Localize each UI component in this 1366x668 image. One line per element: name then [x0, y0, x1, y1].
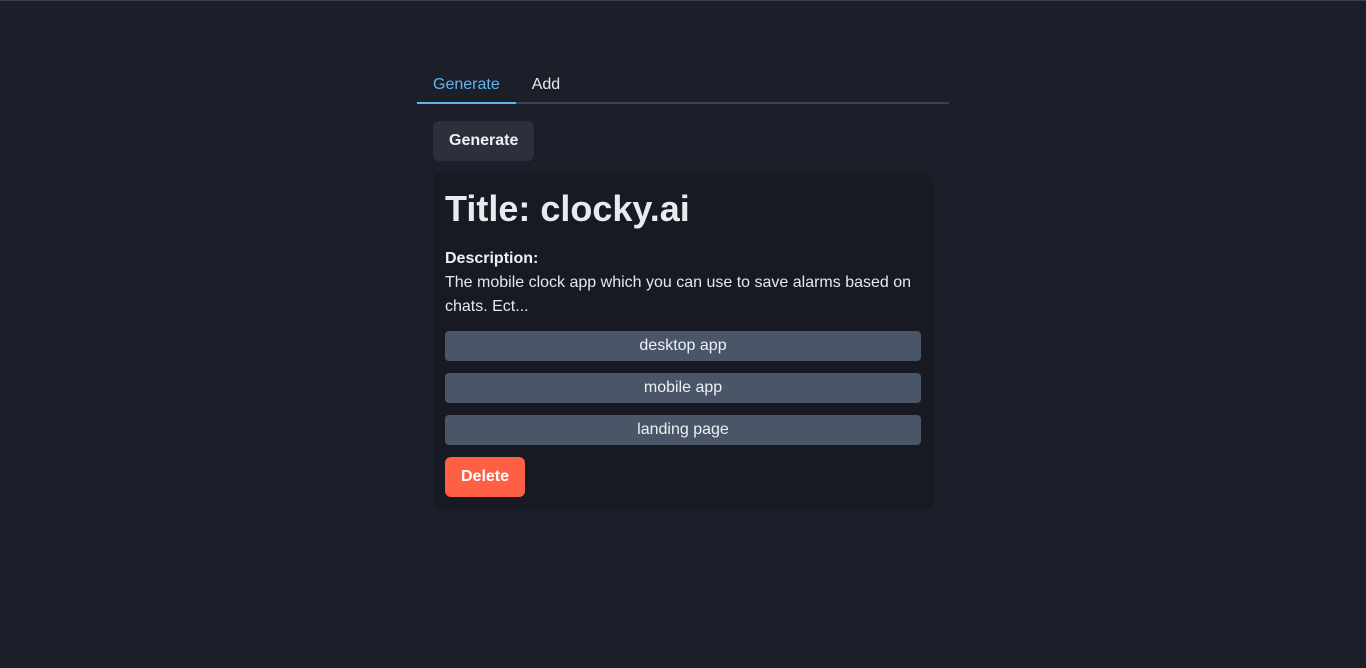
project-card: Title: clocky.ai Description: The mobile… [433, 173, 933, 509]
card-title: Title: clocky.ai [445, 188, 690, 229]
tag-button-desktop-app[interactable]: desktop app [445, 331, 921, 361]
tab-add[interactable]: Add [516, 66, 576, 104]
tag-button-landing-page[interactable]: landing page [445, 415, 921, 445]
description-text: The mobile clock app which you can use t… [445, 274, 912, 315]
delete-button[interactable]: Delete [445, 457, 526, 497]
generate-panel: Generate Title: clocky.ai Description: T… [417, 104, 949, 509]
main-container: Generate Add Generate Title: clocky.ai D… [417, 66, 949, 509]
tab-bar: Generate Add [417, 66, 949, 104]
description-label: Description: [445, 250, 539, 267]
window-top-border [0, 0, 1366, 1]
generate-button[interactable]: Generate [433, 121, 535, 161]
tab-generate[interactable]: Generate [417, 66, 516, 104]
tag-button-mobile-app[interactable]: mobile app [445, 373, 921, 403]
